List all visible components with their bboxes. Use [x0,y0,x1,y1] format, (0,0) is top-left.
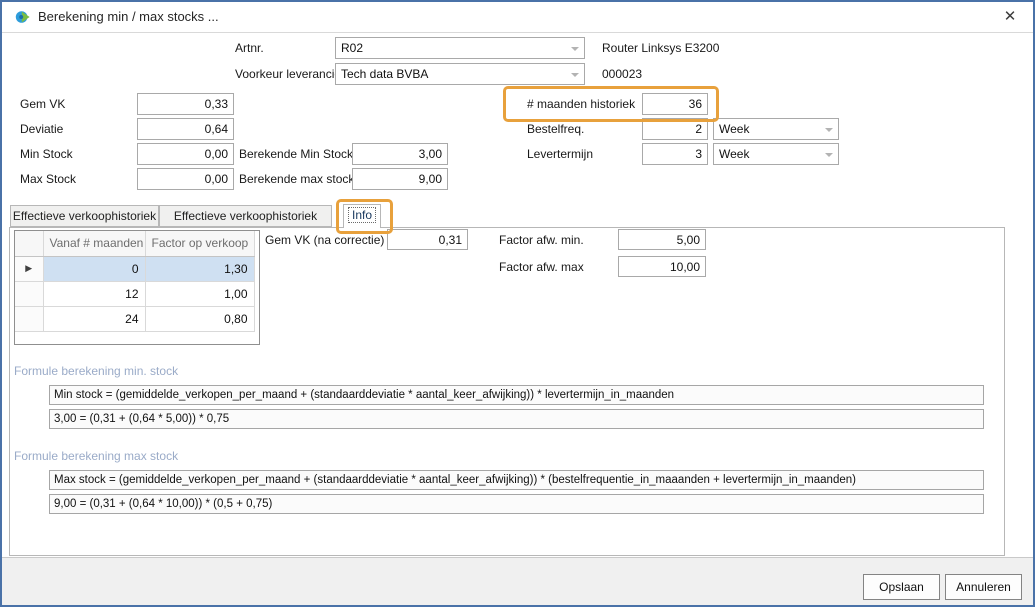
cell-maanden[interactable]: 24 [43,306,145,331]
app-logo-icon [15,9,31,25]
factor-afw-max-input[interactable]: 10,00 [618,256,706,277]
bestelfreq-unit-value: Week [719,122,749,136]
chevron-down-icon [825,153,833,157]
berekende-max-stock-label: Berekende max stock [239,168,354,190]
save-button[interactable]: Opslaan [863,574,940,600]
gem-vk-input[interactable]: 0,33 [137,93,234,115]
gem-vk-label: Gem VK [20,93,65,115]
berekende-max-stock-input[interactable]: 9,00 [352,168,448,190]
max-stock-formula-box: Max stock = (gemiddelde_verkopen_per_maa… [49,470,984,490]
chevron-down-icon [571,73,579,77]
close-icon[interactable]: ✕ [995,2,1025,32]
dialog-window: Berekening min / max stocks ... ✕ Artnr.… [0,0,1035,607]
maanden-historiek-input[interactable]: 36 [642,93,708,115]
artnr-value: R02 [341,41,363,55]
artnr-combo[interactable]: R02 [335,37,585,59]
tab-label: Effectieve verkoophistoriek [13,209,156,223]
berekende-min-stock-label: Berekende Min Stock [239,143,353,165]
cell-maanden[interactable]: 12 [43,281,145,306]
artnr-description: Router Linksys E3200 [602,37,719,59]
cell-factor[interactable]: 1,00 [145,281,254,306]
tab-effectieve-verkoophistoriek[interactable]: Effectieve verkoophistoriek [10,205,159,227]
tab-effectieve-verkoophistoriek-detail[interactable]: Effectieve verkoophistoriek detail [159,205,332,227]
bestelfreq-unit-combo[interactable]: Week [713,118,839,140]
grid-column-maanden: Vanaf # maanden [43,231,145,256]
grid-column-factor: Factor op verkoop [145,231,254,256]
gem-vk-correctie-input[interactable]: 0,31 [387,229,468,250]
levertermijn-unit-value: Week [719,147,749,161]
table-row[interactable]: 24 0,80 [15,306,254,331]
artnr-label: Artnr. [235,37,264,59]
grid-header-row: Vanaf # maanden Factor op verkoop [15,231,254,256]
max-stock-calculation-box: 9,00 = (0,31 + (0,64 * 10,00)) * (0,5 + … [49,494,984,514]
row-marker [15,306,43,331]
factor-afw-min-label: Factor afw. min. [499,229,584,251]
levertermijn-label: Levertermijn [527,143,593,165]
cell-factor[interactable]: 0,80 [145,306,254,331]
leverancier-value: Tech data BVBA [341,67,428,81]
deviatie-label: Deviatie [20,118,63,140]
leverancier-combo[interactable]: Tech data BVBA [335,63,585,85]
chevron-down-icon [571,47,579,51]
leverancier-label: Voorkeur leverancier [235,63,345,85]
cancel-button[interactable]: Annuleren [945,574,1022,600]
bestelfreq-input[interactable]: 2 [642,118,708,140]
tab-label: Info [348,207,376,223]
berekende-min-stock-input[interactable]: 3,00 [352,143,448,165]
chevron-down-icon [825,128,833,132]
gem-vk-correctie-label: Gem VK (na correctie) [265,229,384,251]
title-bar: Berekening min / max stocks ... ✕ [2,2,1033,33]
factors-grid[interactable]: Vanaf # maanden Factor op verkoop ▶ 0 1,… [14,230,260,345]
leverancier-description: 000023 [602,63,642,85]
table-row[interactable]: ▶ 0 1,30 [15,256,254,281]
grid-marker-header [15,231,43,256]
bestelfreq-label: Bestelfreq. [527,118,584,140]
cell-factor[interactable]: 1,30 [145,256,254,281]
min-stock-calculation-box: 3,00 = (0,31 + (0,64 * 5,00)) * 0,75 [49,409,984,429]
min-stock-formula-box: Min stock = (gemiddelde_verkopen_per_maa… [49,385,984,405]
formule-max-title: Formule berekening max stock [14,449,178,463]
max-stock-input[interactable]: 0,00 [137,168,234,190]
maanden-historiek-label: # maanden historiek [527,93,635,115]
formule-min-title: Formule berekening min. stock [14,364,178,378]
max-stock-label: Max Stock [20,168,76,190]
row-marker-icon: ▶ [15,256,43,281]
min-stock-label: Min Stock [20,143,73,165]
factor-afw-min-input[interactable]: 5,00 [618,229,706,250]
levertermijn-unit-combo[interactable]: Week [713,143,839,165]
cell-maanden[interactable]: 0 [43,256,145,281]
factor-afw-max-label: Factor afw. max [499,256,584,278]
min-stock-input[interactable]: 0,00 [137,143,234,165]
row-marker [15,281,43,306]
table-row[interactable]: 12 1,00 [15,281,254,306]
tab-info[interactable]: Info [343,204,381,228]
levertermijn-input[interactable]: 3 [642,143,708,165]
window-title: Berekening min / max stocks ... [38,2,219,32]
deviatie-input[interactable]: 0,64 [137,118,234,140]
